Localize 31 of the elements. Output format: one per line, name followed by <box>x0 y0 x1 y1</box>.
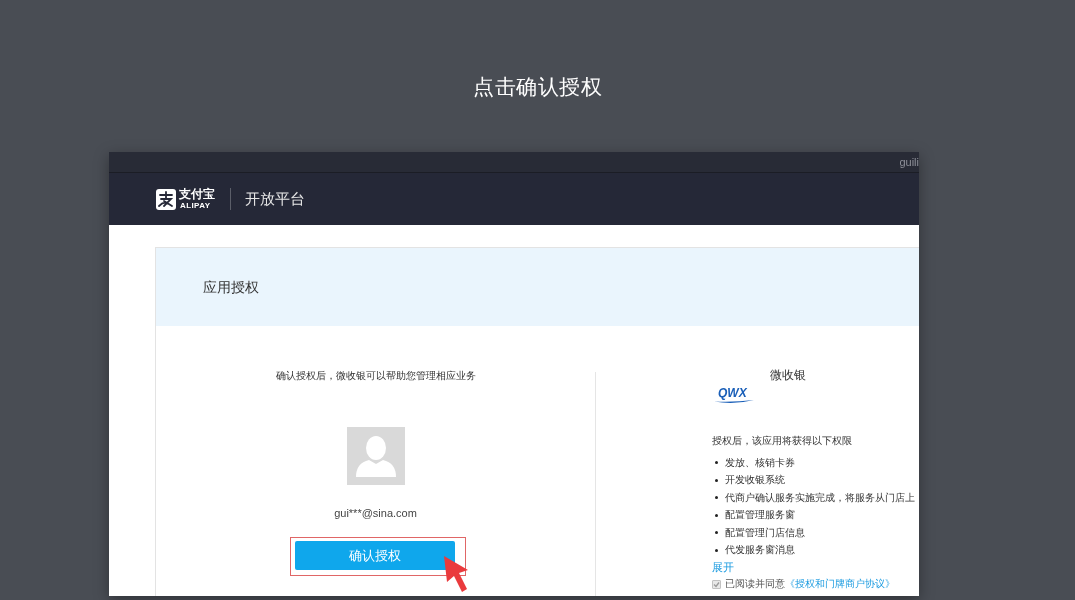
app-logo-text: QWX <box>718 388 747 399</box>
pointer-arrow-icon <box>443 555 469 593</box>
bullet-icon <box>715 531 718 535</box>
user-name[interactable]: guili <box>899 155 919 169</box>
permission-text: 开发收银系统 <box>725 473 785 488</box>
auth-notice: 确认授权后，微收银可以帮助您管理相应业务 <box>275 369 476 383</box>
agreement-checkbox[interactable] <box>712 579 721 589</box>
bullet-icon <box>715 461 718 465</box>
bullet-icon <box>715 478 718 482</box>
avatar-icon <box>346 427 405 485</box>
page-title: 点击确认授权 <box>473 74 602 100</box>
bullet-icon <box>715 513 718 517</box>
app-name: 微收银 <box>770 368 806 382</box>
permission-text: 配置管理服务窗 <box>725 508 795 523</box>
permission-text: 代发服务窗消息 <box>725 543 795 558</box>
logo-subtitle: ALIPAY <box>180 201 211 210</box>
bullet-icon <box>715 548 718 552</box>
permission-text: 代商户确认服务实施完成，将服务从门店上 <box>725 490 915 505</box>
permissions-intro: 授权后，该应用将获得以下权限 <box>712 434 852 448</box>
card-title: 应用授权 <box>203 278 259 296</box>
agreement-link[interactable]: 《授权和门牌商户协议》 <box>785 577 895 591</box>
bullet-icon <box>715 496 718 500</box>
agreement-text: 已阅读并同意 <box>725 577 785 591</box>
logo-icon <box>156 188 176 210</box>
permission-text: 发放、核销卡券 <box>725 455 795 470</box>
product-name: 开放平台 <box>245 190 305 208</box>
logo-name: 支付宝 <box>179 188 215 201</box>
permission-text: 配置管理门店信息 <box>725 525 805 540</box>
confirm-button[interactable]: 确认授权 <box>295 541 455 570</box>
account-email: gui***@sina.com <box>334 506 417 520</box>
expand-link[interactable]: 展开 <box>712 559 734 576</box>
